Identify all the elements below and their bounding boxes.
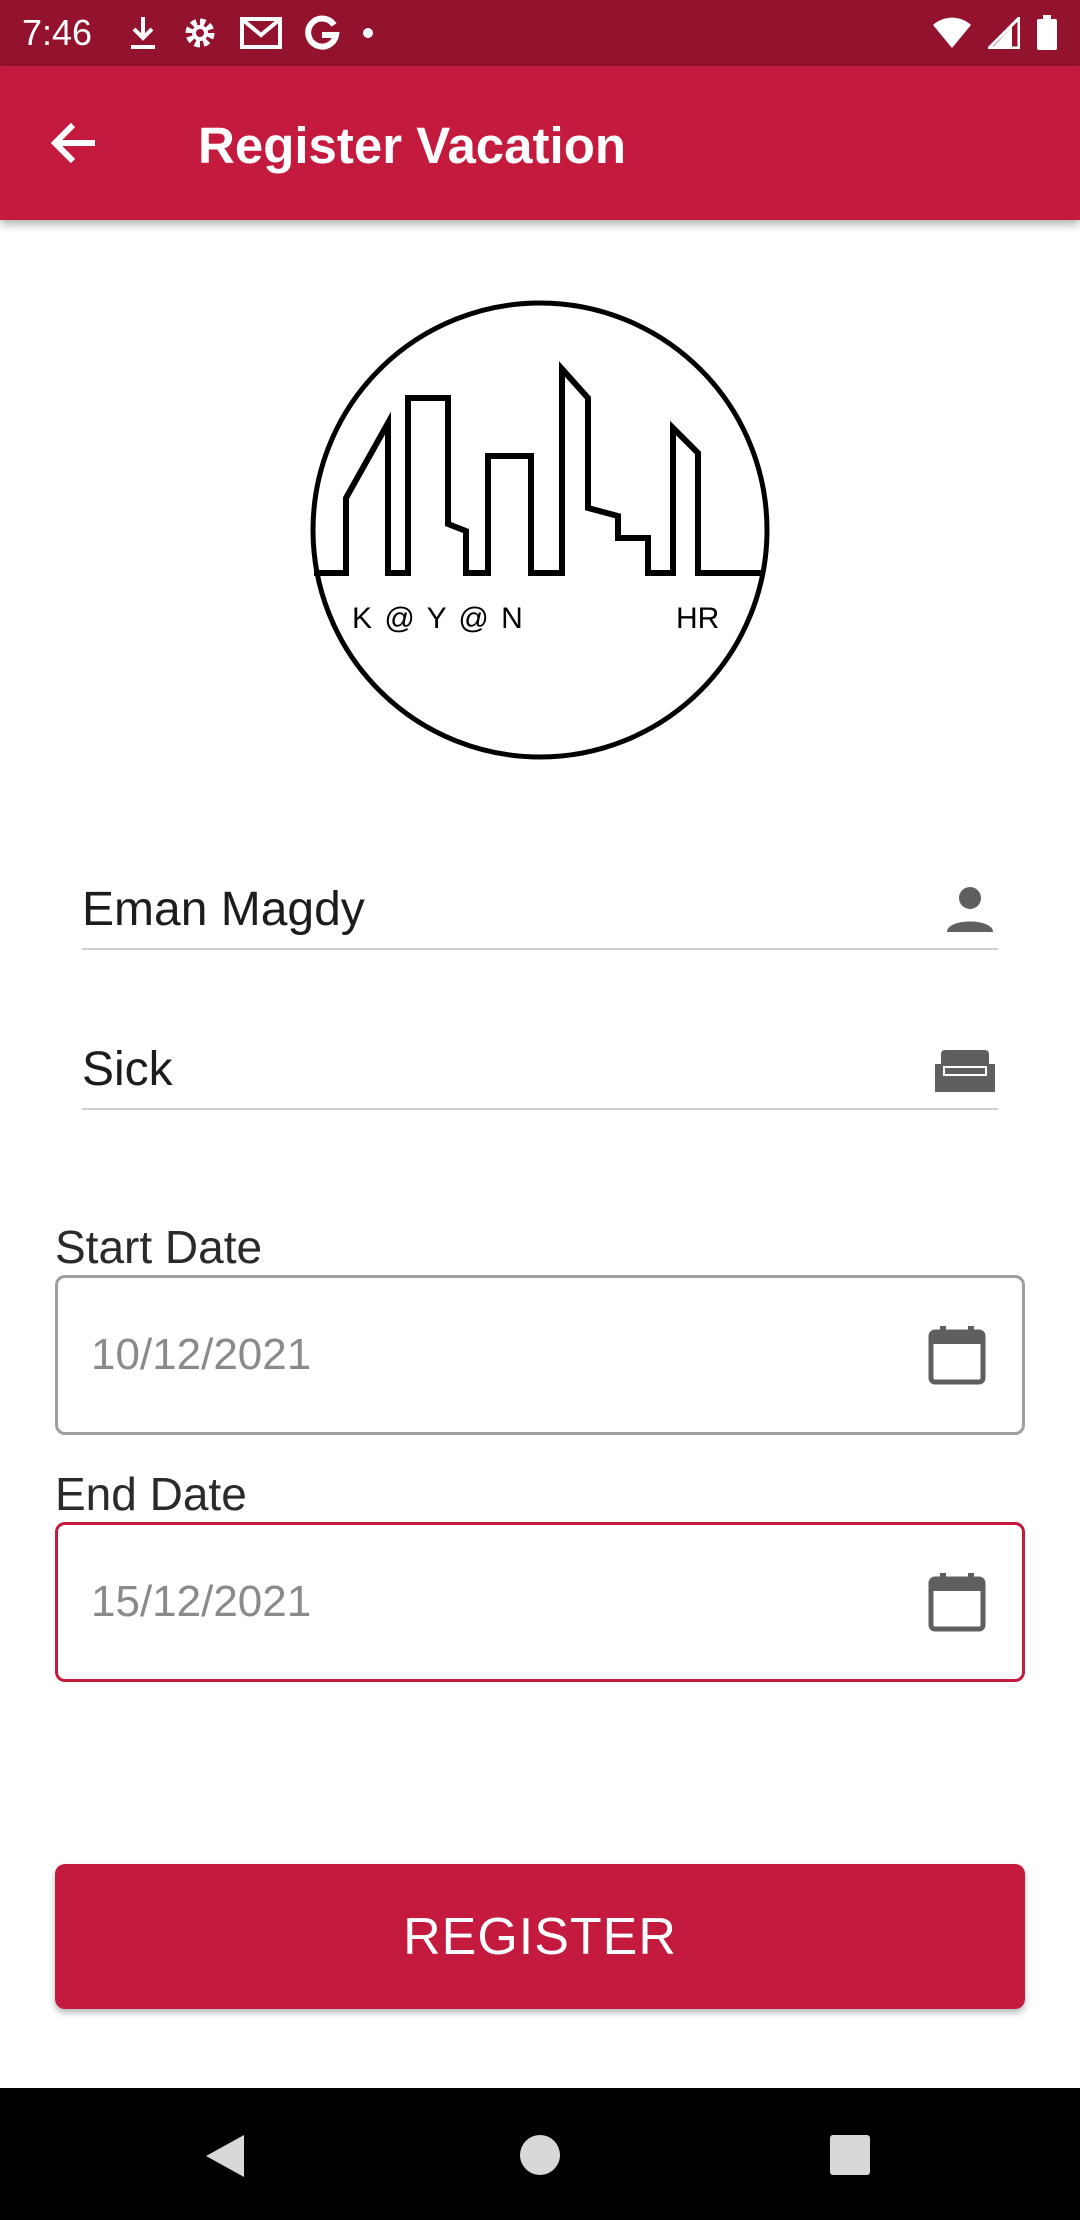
page-title: Register Vacation xyxy=(198,117,626,174)
back-triangle-icon[interactable] xyxy=(204,2133,246,2179)
person-icon xyxy=(947,887,993,932)
start-date-field[interactable]: 10/12/2021 xyxy=(55,1275,1025,1435)
logo-text-kayan: K @ Y @ N xyxy=(352,602,525,635)
status-bar: 7:46 xyxy=(0,0,1080,66)
google-icon xyxy=(305,15,340,50)
notification-icons xyxy=(126,15,374,51)
signal-icon xyxy=(988,17,1020,49)
employee-name-value: Eman Magdy xyxy=(82,883,365,936)
gmail-icon xyxy=(240,17,283,49)
logo-text-hr: HR xyxy=(676,602,719,635)
gear-icon xyxy=(185,18,215,48)
dot-icon xyxy=(363,28,374,38)
employee-name-field[interactable]: Eman Magdy xyxy=(82,872,998,950)
battery-icon xyxy=(1037,15,1057,50)
arrow-left-icon xyxy=(51,122,95,164)
vacation-type-value: Sick xyxy=(82,1043,173,1096)
end-date-value: 15/12/2021 xyxy=(91,1577,312,1626)
home-circle-icon[interactable] xyxy=(519,2134,561,2176)
kayan-hr-logo: K @ Y @ N HR xyxy=(310,300,770,760)
start-date-label: Start Date xyxy=(55,1221,263,1273)
navigation-bar xyxy=(0,2088,1080,2220)
calendar-icon[interactable] xyxy=(926,1571,988,1633)
sofa-icon xyxy=(935,1050,995,1092)
app-bar: Register Vacation xyxy=(0,66,1080,220)
wifi-icon xyxy=(933,17,971,48)
back-button[interactable] xyxy=(38,106,112,180)
download-icon xyxy=(131,17,156,49)
start-date-value: 10/12/2021 xyxy=(91,1330,312,1379)
register-button[interactable]: REGISTER xyxy=(55,1864,1025,2009)
end-date-label: End Date xyxy=(55,1468,247,1520)
status-time: 7:46 xyxy=(22,12,93,53)
vacation-type-field[interactable]: Sick xyxy=(82,1032,998,1110)
calendar-icon[interactable] xyxy=(926,1324,988,1386)
system-icons xyxy=(932,15,1058,51)
end-date-field[interactable]: 15/12/2021 xyxy=(55,1522,1025,1682)
register-vacation-screen: 7:46 Register Vacation K @ Y @ N HR Eman… xyxy=(0,0,1080,2220)
recents-square-icon[interactable] xyxy=(829,2134,871,2176)
